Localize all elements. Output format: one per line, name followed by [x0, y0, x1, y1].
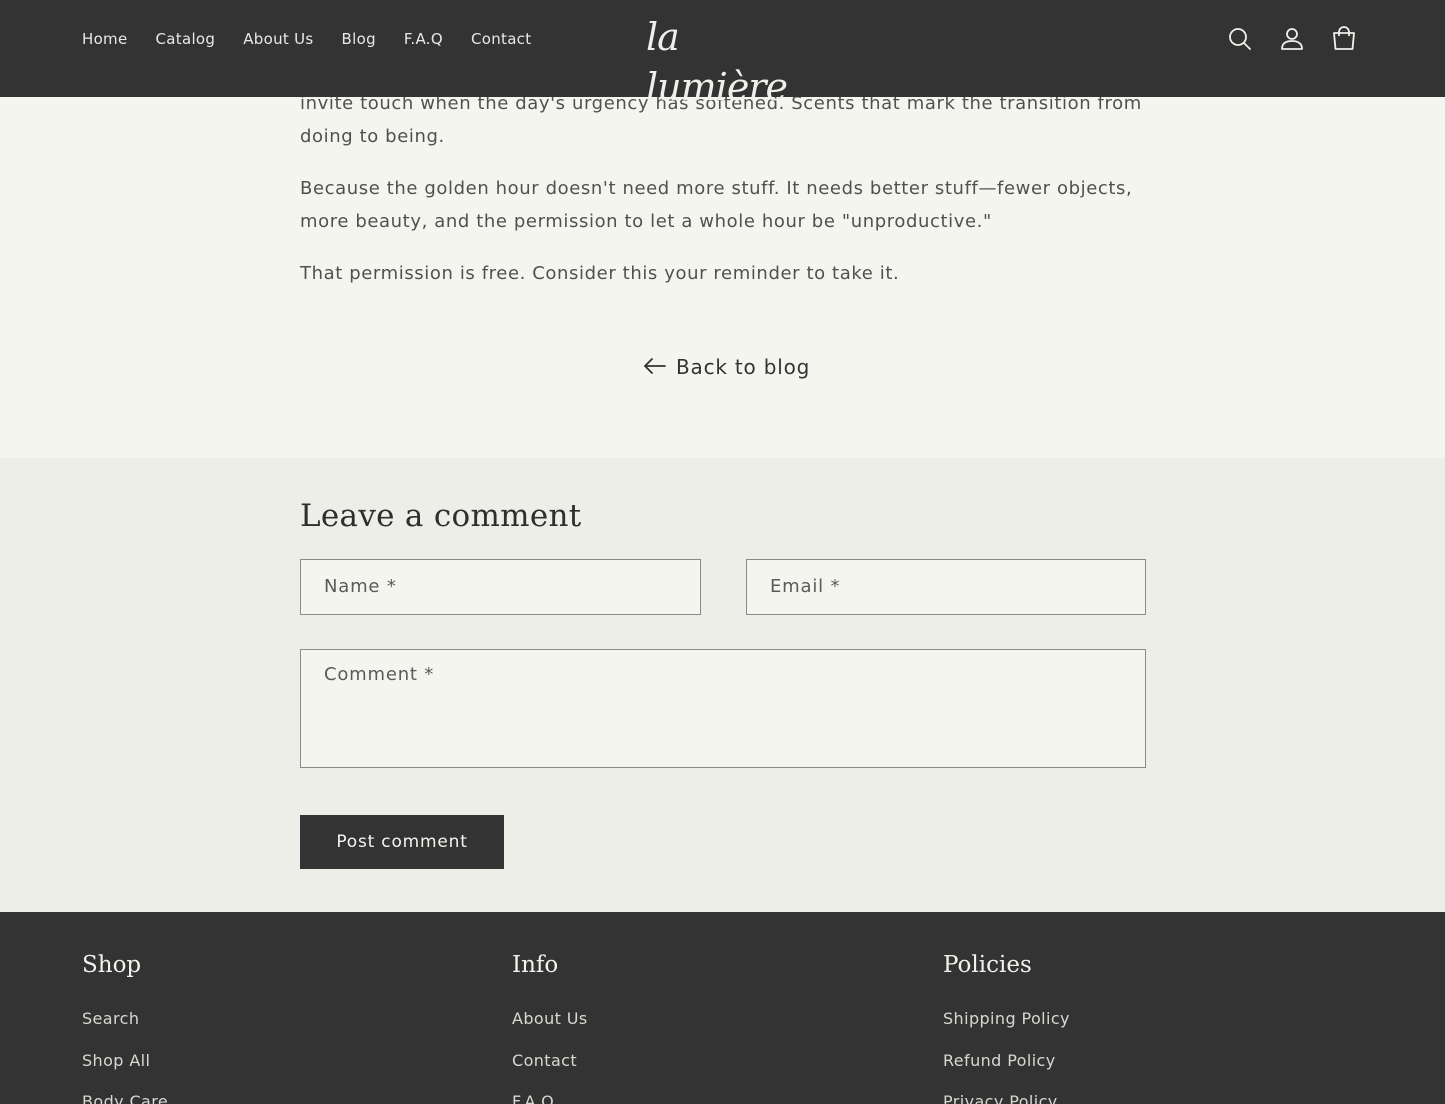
footer-link-body-care[interactable]: Body Care — [82, 1091, 168, 1104]
main-nav: Home Catalog About Us Blog F.A.Q Contact — [82, 29, 559, 49]
header-icons — [1227, 24, 1357, 54]
comment-title: Leave a comment — [300, 498, 582, 534]
footer-link-about-us[interactable]: About Us — [512, 1008, 588, 1030]
site-logo[interactable]: la lumière — [646, 12, 800, 109]
nav-about-us[interactable]: About Us — [243, 29, 313, 49]
footer-link-faq[interactable]: F.A.Q — [512, 1091, 588, 1104]
site-header: Home Catalog About Us Blog F.A.Q Contact… — [0, 0, 1445, 109]
post-comment-button[interactable]: Post comment — [300, 815, 504, 869]
nav-home[interactable]: Home — [82, 29, 128, 49]
footer-link-shipping-policy[interactable]: Shipping Policy — [943, 1008, 1070, 1030]
back-to-blog-label: Back to blog — [676, 355, 811, 379]
site-footer: Shop Search Shop All Body Care Info Abou… — [0, 912, 1445, 1104]
back-to-blog-link[interactable]: Back to blog — [644, 355, 810, 379]
nav-catalog[interactable]: Catalog — [156, 29, 216, 49]
arrow-left-icon — [644, 355, 666, 379]
footer-info-column: Info About Us Contact F.A.Q — [512, 950, 588, 1104]
footer-link-shop-all[interactable]: Shop All — [82, 1050, 168, 1072]
nav-faq[interactable]: F.A.Q — [404, 29, 443, 49]
article-paragraph: That permission is free. Consider this y… — [300, 263, 900, 284]
search-icon[interactable] — [1227, 24, 1253, 54]
footer-link-search[interactable]: Search — [82, 1008, 168, 1030]
footer-policies-title: Policies — [943, 952, 1032, 978]
footer-link-privacy-policy[interactable]: Privacy Policy — [943, 1091, 1070, 1104]
name-field[interactable]: Name * — [300, 559, 701, 615]
footer-link-contact[interactable]: Contact — [512, 1050, 588, 1072]
comment-field[interactable]: Comment * — [300, 649, 1146, 768]
footer-policies-column: Policies Shipping Policy Refund Policy P… — [943, 950, 1070, 1104]
comment-section: Leave a comment Name * Email * Comment *… — [0, 458, 1445, 912]
email-field[interactable]: Email * — [746, 559, 1146, 615]
nav-blog[interactable]: Blog — [342, 29, 376, 49]
account-icon[interactable] — [1279, 24, 1305, 54]
footer-shop-title: Shop — [82, 952, 142, 978]
cart-icon[interactable] — [1331, 24, 1357, 54]
footer-shop-column: Shop Search Shop All Body Care — [82, 950, 168, 1104]
article-paragraph: Because the golden hour doesn't need mor… — [300, 178, 1133, 232]
nav-contact[interactable]: Contact — [471, 29, 531, 49]
footer-info-title: Info — [512, 952, 559, 978]
footer-link-refund-policy[interactable]: Refund Policy — [943, 1050, 1070, 1072]
article-body: invite touch when the day's urgency has … — [300, 87, 1146, 309]
